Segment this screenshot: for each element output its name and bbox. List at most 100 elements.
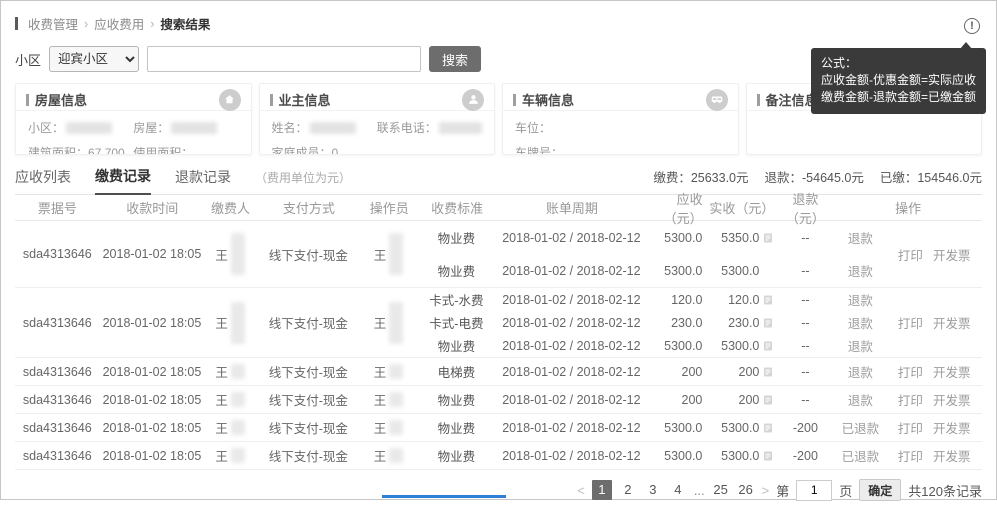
redacted-value xyxy=(389,420,404,435)
prev-page-arrow[interactable]: < xyxy=(577,483,585,498)
receipt-note-icon[interactable] xyxy=(762,232,774,244)
refund-link[interactable]: 退款 xyxy=(848,394,873,408)
tab-bar: 应收列表 缴费记录 退款记录 （费用单位为元） 缴费：25633.0元 退款：-546… xyxy=(15,165,982,195)
refund-link[interactable]: 退款 xyxy=(848,294,873,308)
refund-link[interactable]: 退款 xyxy=(848,340,873,354)
page-number[interactable]: 2 xyxy=(619,480,637,500)
card-field: 姓名： xyxy=(272,119,377,136)
redacted-value xyxy=(389,301,404,344)
received-amount: 5350.0 xyxy=(704,231,776,245)
field-label: 使用面积： xyxy=(133,146,194,155)
community-select[interactable]: 迎宾小区 xyxy=(49,46,140,72)
field-label: 小区： xyxy=(28,121,65,135)
refund-amount: -- xyxy=(801,230,810,245)
invoice-link[interactable]: 开发票 xyxy=(933,362,971,381)
refund-link[interactable]: 退款 xyxy=(848,366,873,380)
fee-standard: 物业费 xyxy=(437,340,476,354)
print-link[interactable]: 打印 xyxy=(898,245,923,264)
receipt-note-icon[interactable] xyxy=(762,317,774,329)
row-actions: 打印 开发票 xyxy=(886,418,982,437)
receipt-note-icon[interactable] xyxy=(762,366,774,378)
receivable-amount: 5300.0 xyxy=(664,230,703,245)
next-page-arrow[interactable]: > xyxy=(762,483,770,498)
tab-receivable-list[interactable]: 应收列表 xyxy=(15,167,71,194)
column-header: 收款时间 xyxy=(126,201,179,216)
tab-payment-records[interactable]: 缴费记录 xyxy=(95,166,151,195)
receipt-no: sda4313646 xyxy=(22,420,92,435)
print-link[interactable]: 打印 xyxy=(898,418,923,437)
receipt-note-icon[interactable] xyxy=(762,422,774,434)
receivable-amount: 230.0 xyxy=(671,315,703,330)
fee-standard: 物业费 xyxy=(437,265,476,279)
card-accent-bar xyxy=(756,93,760,106)
receipt-note-icon[interactable] xyxy=(762,294,774,306)
card-field: 车位： xyxy=(515,119,726,136)
page-number[interactable]: 4 xyxy=(669,480,687,500)
card-field: 家庭成员： 0 xyxy=(272,144,377,155)
invoice-link[interactable]: 开发票 xyxy=(933,418,971,437)
search-input[interactable] xyxy=(147,46,422,72)
operator: 王 xyxy=(361,390,417,409)
print-link[interactable]: 打印 xyxy=(898,446,923,465)
field-label: 姓名： xyxy=(271,121,308,135)
print-link[interactable]: 打印 xyxy=(898,313,923,332)
received-amount: 200 xyxy=(704,365,776,379)
card-title: 房屋信息 xyxy=(35,93,88,108)
receipt-note-icon[interactable] xyxy=(762,450,774,462)
print-link[interactable]: 打印 xyxy=(898,390,923,409)
page-jump-input[interactable] xyxy=(796,479,833,501)
fee-standard: 物业费 xyxy=(437,422,476,436)
bill-period: 2018-01-02 / 2018-02-12 xyxy=(502,263,641,278)
operator: 王 xyxy=(361,362,417,381)
invoice-link[interactable]: 开发票 xyxy=(933,313,971,332)
redacted-value xyxy=(230,420,245,435)
info-icon[interactable]: ! xyxy=(964,18,980,34)
payment-time: 2018-01-02 18:05 xyxy=(102,420,202,435)
receivable-amount: 5300.0 xyxy=(664,420,703,435)
page-number[interactable]: 3 xyxy=(644,480,662,500)
refund-amount: -- xyxy=(801,338,810,353)
card-field: 小区： xyxy=(28,119,133,136)
refund-amount: -- xyxy=(801,392,810,407)
refund-link[interactable]: 退款 xyxy=(848,317,873,331)
received-amount: 200 xyxy=(704,393,776,407)
breadcrumb-item[interactable]: 收费管理 xyxy=(28,14,78,33)
invoice-link[interactable]: 开发票 xyxy=(933,446,971,465)
invoice-link[interactable]: 开发票 xyxy=(933,390,971,409)
jump-suffix-label: 页 xyxy=(839,483,853,499)
refund-amount: -- xyxy=(801,364,810,379)
page-number[interactable]: 26 xyxy=(737,480,755,500)
unit-note: （费用单位为元） xyxy=(255,171,352,185)
card-accent-bar xyxy=(26,93,29,106)
info-card: 业主信息 姓名： 联系电话： 家庭成员： 0 xyxy=(258,83,495,155)
column-header: 操作 xyxy=(895,201,922,216)
fee-item-row: 物业费 2018-01-02 / 2018-02-12 5300.0 5300.… xyxy=(416,334,886,357)
redacted-value xyxy=(230,392,245,407)
row-actions: 打印 开发票 xyxy=(886,245,982,264)
refund-link[interactable]: 退款 xyxy=(848,232,873,246)
table-row-group: sda4313646 2018-01-02 18:05 王 线下支付-现金 王 … xyxy=(15,414,982,442)
redacted-value xyxy=(389,364,404,379)
refunded-status: 已退款 xyxy=(841,450,880,464)
receipt-note-icon[interactable] xyxy=(762,394,774,406)
tab-refund-records[interactable]: 退款记录 xyxy=(175,167,231,194)
card-field: 使用面积： xyxy=(133,144,238,155)
page-number-current[interactable]: 1 xyxy=(591,480,612,500)
redacted-value xyxy=(230,364,245,379)
bill-period: 2018-01-02 / 2018-02-12 xyxy=(502,364,641,379)
field-label: 联系电话： xyxy=(376,121,437,135)
refund-amount: -200 xyxy=(792,420,818,435)
fee-standard: 卡式-水费 xyxy=(429,294,484,308)
print-link[interactable]: 打印 xyxy=(898,362,923,381)
receipt-note-icon[interactable] xyxy=(762,340,774,352)
invoice-link[interactable]: 开发票 xyxy=(933,245,971,264)
row-actions: 打印 开发票 xyxy=(886,446,982,465)
refund-link[interactable]: 退款 xyxy=(848,265,873,279)
page-number[interactable]: 25 xyxy=(712,480,730,500)
confirm-page-button[interactable]: 确定 xyxy=(859,479,902,501)
search-button[interactable]: 搜索 xyxy=(429,46,482,72)
payment-method: 线下支付-现金 xyxy=(268,317,348,331)
breadcrumb-item[interactable]: 应收费用 xyxy=(94,14,144,33)
fee-standard: 物业费 xyxy=(437,394,476,408)
fee-item-row: 物业费 2018-01-02 / 2018-02-12 5300.0 5350.… xyxy=(416,221,886,254)
